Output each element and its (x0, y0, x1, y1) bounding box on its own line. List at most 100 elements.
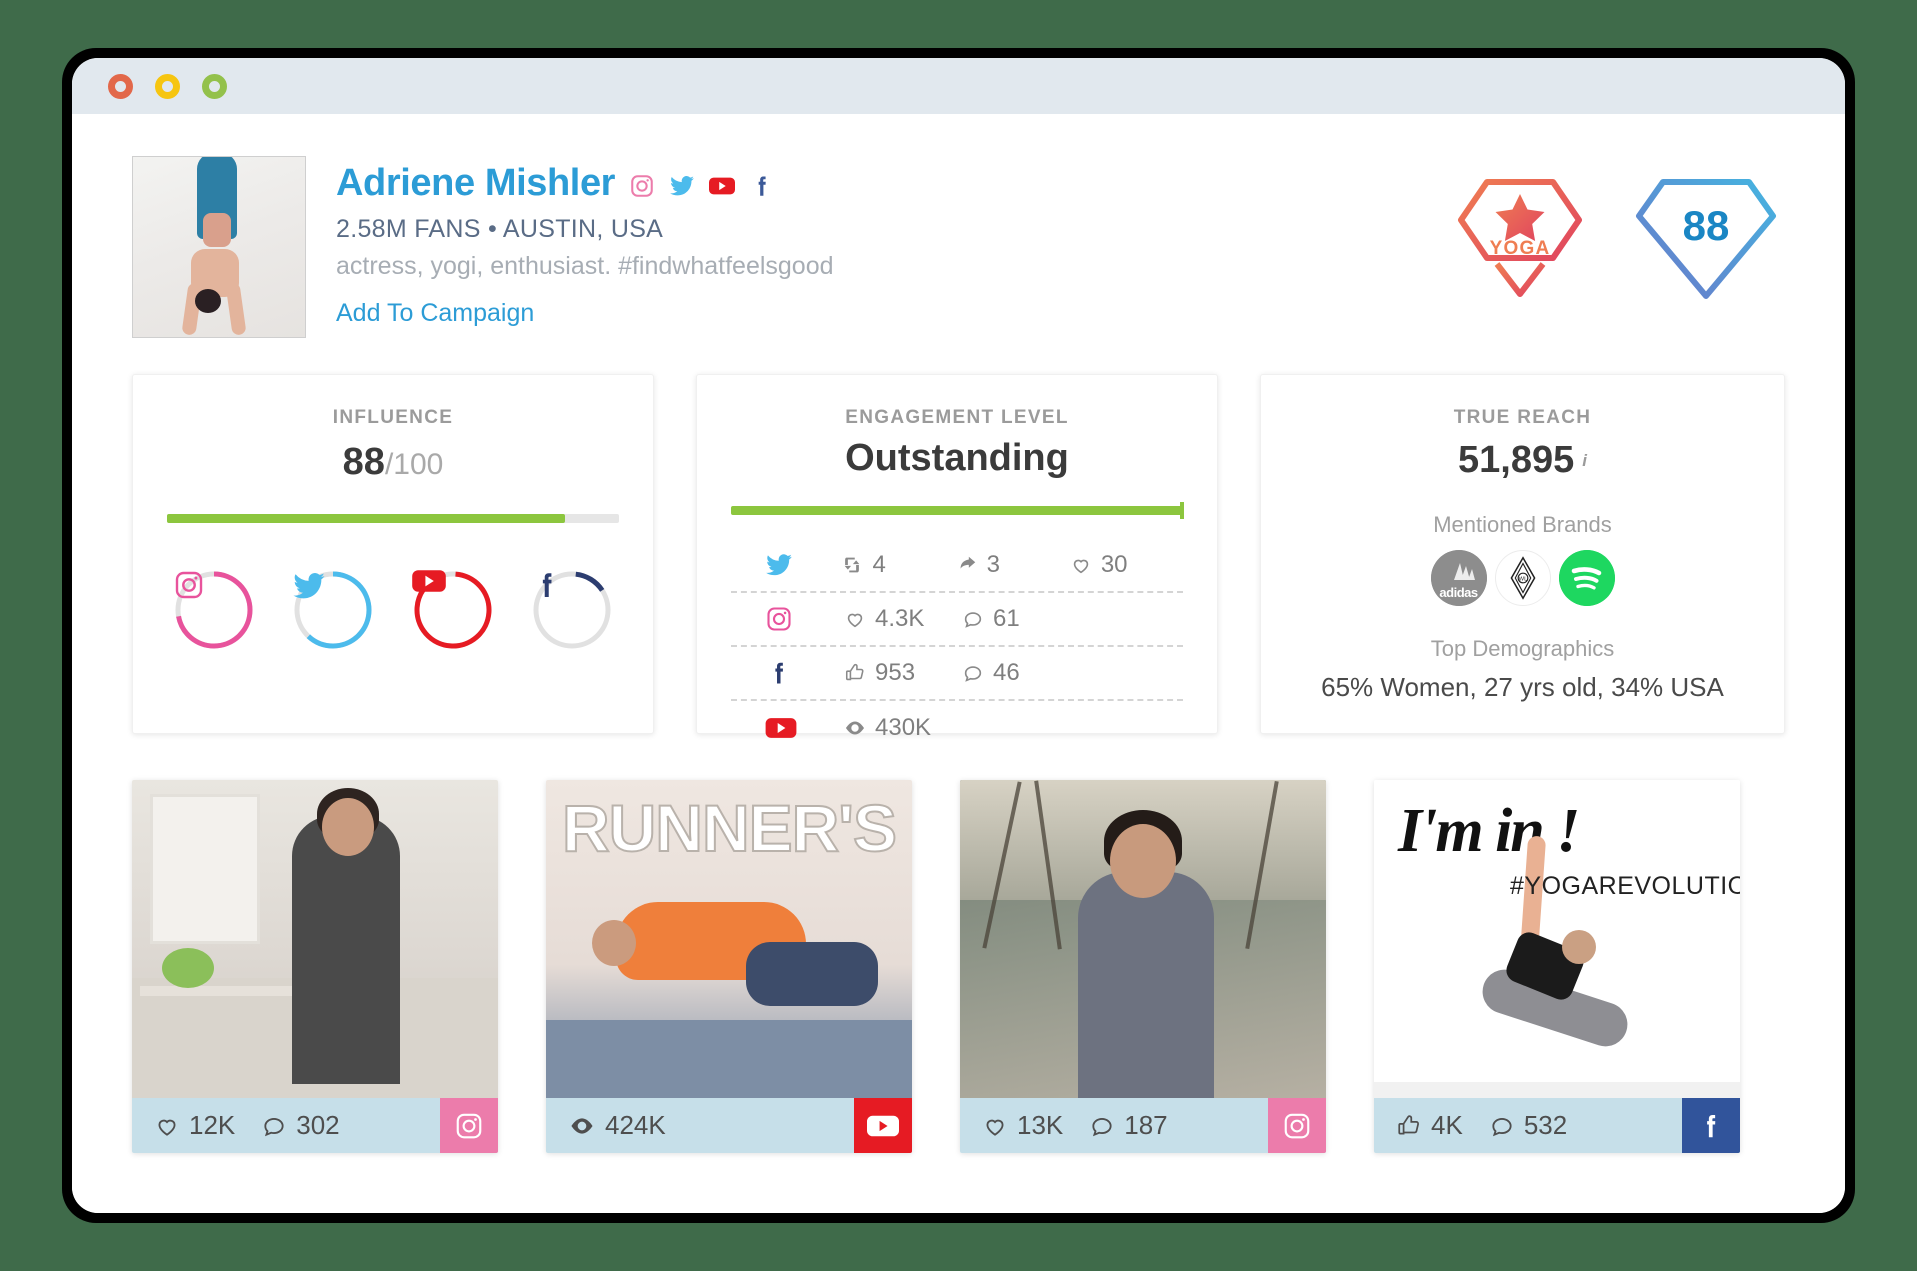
share-icon (955, 553, 979, 577)
stat-likes: 30 (1069, 551, 1183, 579)
profile-bio: actress, yogi, enthusiast. #findwhatfeel… (336, 252, 834, 280)
facebook-icon (765, 659, 843, 687)
minimize-button[interactable] (155, 73, 180, 99)
ring-instagram[interactable] (173, 569, 255, 651)
score-badge: 88 (1631, 164, 1781, 314)
instagram-icon[interactable] (629, 173, 655, 199)
instagram-icon[interactable] (1268, 1098, 1326, 1153)
engagement-level-value: Outstanding (845, 437, 1069, 479)
avatar (132, 156, 306, 338)
stat-value: 953 (875, 659, 916, 686)
stat-views: 430K (843, 714, 961, 742)
true-reach-card: TRUE REACH 51,895 i Mentioned Brands adi… (1260, 374, 1785, 734)
category-badge: YOGA (1445, 164, 1595, 314)
window-titlebar (72, 58, 1845, 114)
star-icon (1495, 194, 1545, 241)
stat-value: 302 (296, 1110, 340, 1140)
post-stats-bar: 424K (546, 1098, 912, 1153)
post-grid: 12K 302 RUNNER'S 424K 13K 187 I'm in ! #… (132, 780, 1785, 1153)
stat-value: 13K (1017, 1110, 1064, 1140)
youtube-icon[interactable] (854, 1098, 912, 1153)
engagement-row-facebook: 953 46 (731, 647, 1183, 701)
stat-value: 424K (605, 1110, 666, 1140)
post-card[interactable]: I'm in ! #YOGAREVOLUTION (1374, 780, 1740, 1153)
stat-comments: 46 (961, 659, 1079, 687)
stat-value: 187 (1124, 1110, 1168, 1140)
stat-likes: 953 (843, 659, 961, 687)
post-card[interactable]: RUNNER'S 424K (546, 780, 912, 1153)
ring-facebook[interactable] (531, 569, 613, 651)
stat-retweets: 4 (840, 551, 954, 579)
screenshot-root: Adriene Mishler 2.58M FANS • AUSTIN, USA… (0, 0, 1917, 1271)
eye-icon (843, 716, 867, 740)
stat-comments: 532 (1489, 1110, 1567, 1141)
influence-title: INFLUENCE (332, 407, 454, 428)
stat-value: 4 (872, 551, 886, 578)
post-thumbnail[interactable] (132, 780, 498, 1098)
twitter-icon (765, 551, 840, 579)
stat-value: 430K (875, 714, 932, 741)
engagement-progress-track (731, 502, 1184, 519)
heart-icon (1069, 553, 1093, 577)
post-thumbnail[interactable]: RUNNER'S (546, 780, 912, 1098)
stat-value: 61 (993, 605, 1020, 632)
engagement-rows: 4 3 30 4.3K 61 953 46 430K (731, 539, 1183, 755)
youtube-icon (765, 717, 843, 739)
youtube-icon[interactable] (709, 173, 736, 199)
maximize-button[interactable] (202, 73, 227, 99)
info-icon[interactable]: i (1582, 451, 1587, 470)
twitter-icon[interactable] (669, 173, 695, 199)
comment-icon (961, 661, 985, 685)
post-overlay-subtext: #YOGAREVOLUTION (1510, 872, 1740, 900)
stat-comments: 187 (1089, 1110, 1168, 1141)
instagram-icon (173, 569, 255, 651)
influence-progress-track (167, 514, 619, 523)
comment-icon (961, 607, 985, 631)
post-stats-bar: 4K 532 (1374, 1098, 1740, 1153)
stat-likes: 13K (982, 1110, 1063, 1141)
stat-value: 30 (1100, 551, 1128, 578)
retweet-icon (840, 553, 864, 577)
post-thumbnail[interactable] (960, 780, 1326, 1098)
influence-network-rings (167, 569, 619, 651)
engagement-progress-cap (1180, 502, 1184, 519)
stat-likes: 12K (154, 1110, 235, 1141)
post-stats-bar: 12K 302 (132, 1098, 498, 1153)
youtube-icon (411, 569, 494, 651)
facebook-icon[interactable] (749, 173, 775, 199)
add-to-campaign-link[interactable]: Add To Campaign (336, 299, 534, 328)
post-card[interactable]: 12K 302 (132, 780, 498, 1153)
post-card[interactable]: 13K 187 (960, 780, 1326, 1153)
engagement-progress-fill (731, 506, 1183, 515)
ring-youtube[interactable] (411, 569, 494, 651)
stat-shares: 3 (955, 551, 1069, 579)
stat-value: 4K (1431, 1110, 1463, 1140)
instagram-icon (765, 605, 843, 633)
ring-twitter[interactable] (292, 569, 374, 651)
brand-spotify[interactable] (1558, 550, 1615, 606)
metric-cards: INFLUENCE 88/100 ENGAGEMENT LEVEL Outsta… (132, 374, 1785, 741)
instagram-icon[interactable] (440, 1098, 498, 1153)
badges: YOGA 88 (1445, 164, 1781, 314)
stat-value: 4.3K (875, 605, 925, 632)
true-reach-title: TRUE REACH (1453, 407, 1592, 428)
mentioned-brands-label: Mentioned Brands (1433, 512, 1612, 537)
facebook-icon[interactable] (1682, 1098, 1740, 1153)
engagement-row-instagram: 4.3K 61 (731, 593, 1183, 647)
top-demographics-value: 65% Women, 27 yrs old, 34% USA (1321, 672, 1724, 702)
engagement-title: ENGAGEMENT LEVEL (845, 407, 1069, 428)
facebook-icon (531, 569, 613, 651)
fans-location: 2.58M FANS • AUSTIN, USA (336, 215, 664, 243)
brand-adidas[interactable]: adidas (1430, 550, 1487, 606)
stat-comments: 61 (961, 605, 1079, 633)
close-button[interactable] (108, 73, 133, 99)
true-reach-value: 51,895 (1458, 439, 1575, 481)
browser-window: Adriene Mishler 2.58M FANS • AUSTIN, USA… (62, 48, 1855, 1223)
post-overlay-text: I'm in ! (1398, 797, 1580, 865)
stat-views: 424K (568, 1110, 666, 1141)
post-stats-bar: 13K 187 (960, 1098, 1326, 1153)
influence-denominator: /100 (384, 448, 444, 481)
post-thumbnail[interactable]: I'm in ! #YOGAREVOLUTION (1374, 780, 1740, 1098)
brand-wanderlust[interactable]: WL (1494, 550, 1551, 606)
stat-likes: 4.3K (843, 605, 961, 633)
